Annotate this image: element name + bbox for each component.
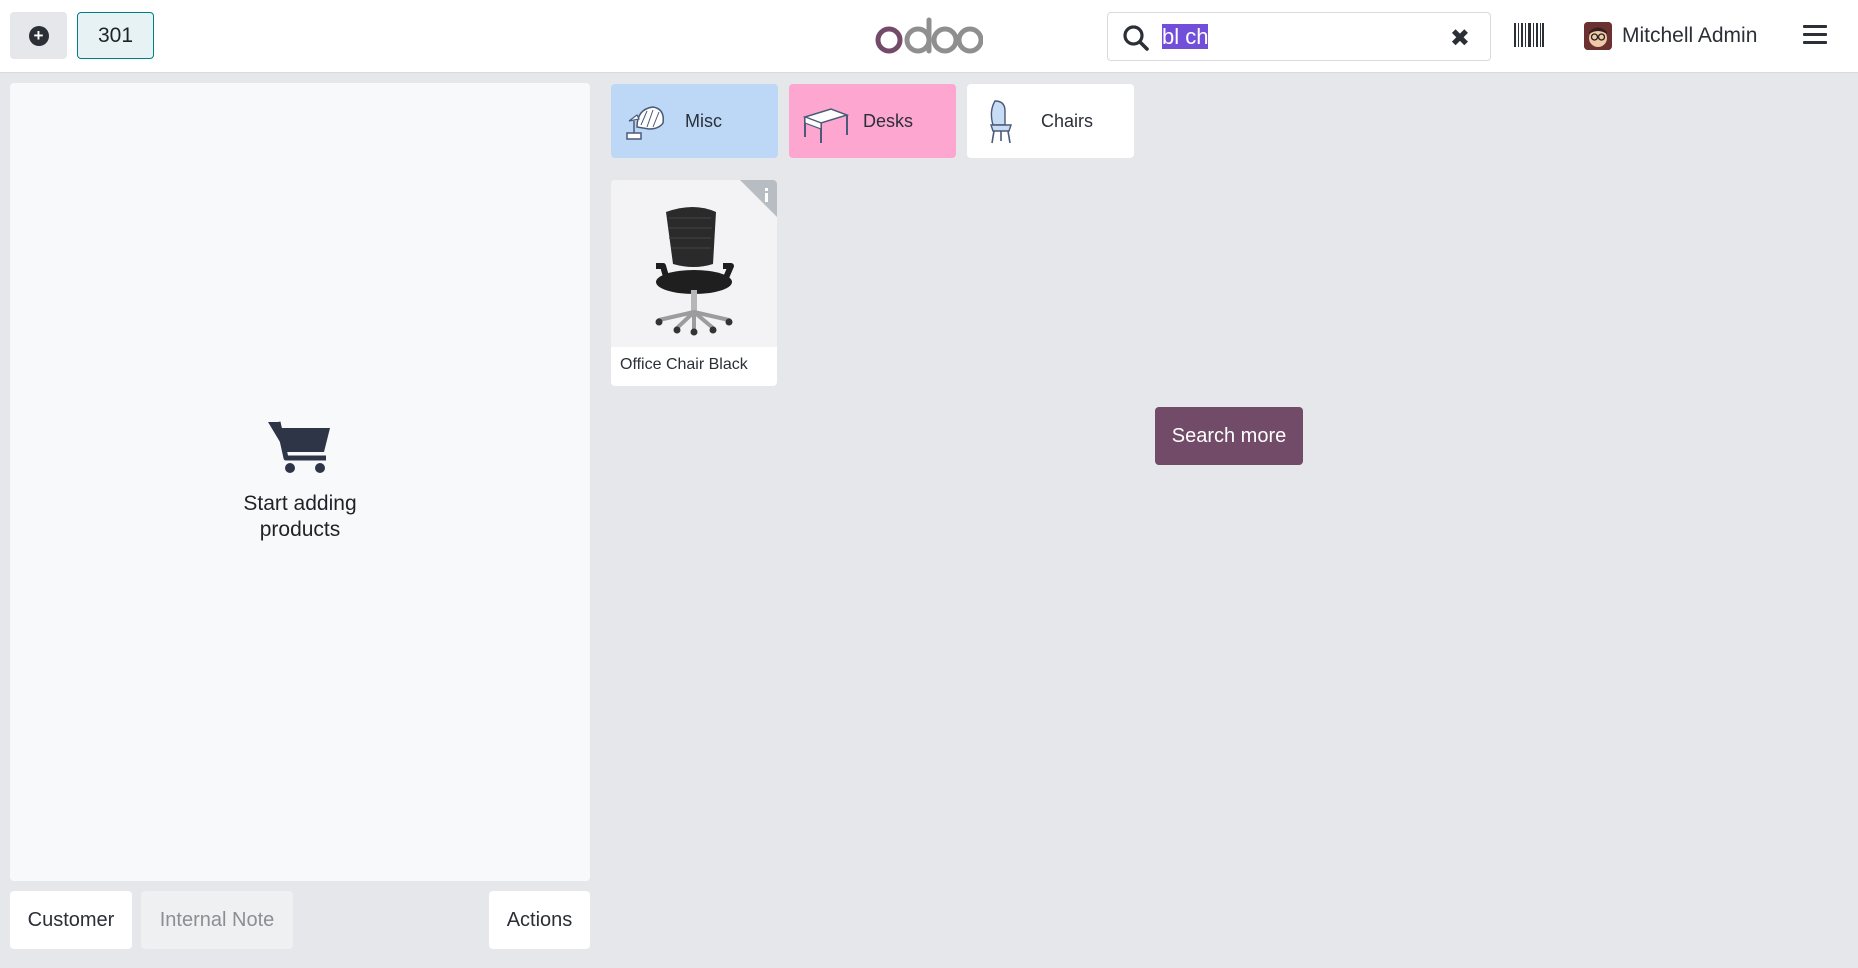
product-name: Office Chair Black: [620, 356, 748, 373]
actions-button[interactable]: Actions: [489, 891, 590, 949]
search-input-value: bl ch: [1162, 24, 1209, 49]
category-chairs-label: Chairs: [1041, 110, 1094, 131]
product-image: [611, 180, 777, 347]
chair-icon: [990, 100, 1012, 144]
customer-button[interactable]: Customer: [10, 891, 132, 949]
category-desks-label: Desks: [863, 110, 914, 131]
odoo-logo: [875, 17, 983, 54]
barcode-icon[interactable]: [1514, 23, 1544, 47]
product-search-box[interactable]: bl ch ✖: [1107, 12, 1491, 61]
empty-cart-line2: products: [259, 518, 341, 541]
category-chairs[interactable]: Chairs: [967, 84, 1134, 158]
category-misc[interactable]: Misc: [611, 84, 778, 158]
internal-note-button[interactable]: Internal Note: [141, 891, 293, 949]
product-card[interactable]: Office Chair Black: [611, 180, 777, 386]
empty-cart-line1: Start adding: [243, 492, 357, 515]
search-more-button[interactable]: Search more: [1155, 407, 1303, 465]
search-icon: [1123, 25, 1149, 51]
shopping-cart-icon: [268, 421, 330, 473]
avatar: [1584, 22, 1612, 50]
empty-cart-message: Start adding products: [10, 418, 590, 543]
plus-circle-icon: +: [28, 25, 49, 46]
search-input[interactable]: bl ch: [1162, 24, 1209, 49]
new-order-button[interactable]: +: [10, 12, 67, 59]
category-desks[interactable]: Desks: [789, 84, 956, 158]
desk-icon: [802, 108, 849, 143]
category-misc-label: Misc: [685, 110, 722, 131]
hamburger-menu-icon[interactable]: [1803, 25, 1827, 45]
user-name: Mitchell Admin: [1622, 24, 1758, 47]
top-bar: + 301 bl ch ✖ Mitchell Admin: [0, 0, 1858, 73]
user-menu[interactable]: Mitchell Admin: [1584, 20, 1757, 52]
info-icon[interactable]: [740, 180, 777, 217]
misc-category-icon: [626, 106, 665, 140]
close-icon[interactable]: ✖: [1450, 24, 1470, 53]
order-panel: Start adding products: [10, 83, 590, 881]
order-tab-301[interactable]: 301: [77, 12, 154, 59]
